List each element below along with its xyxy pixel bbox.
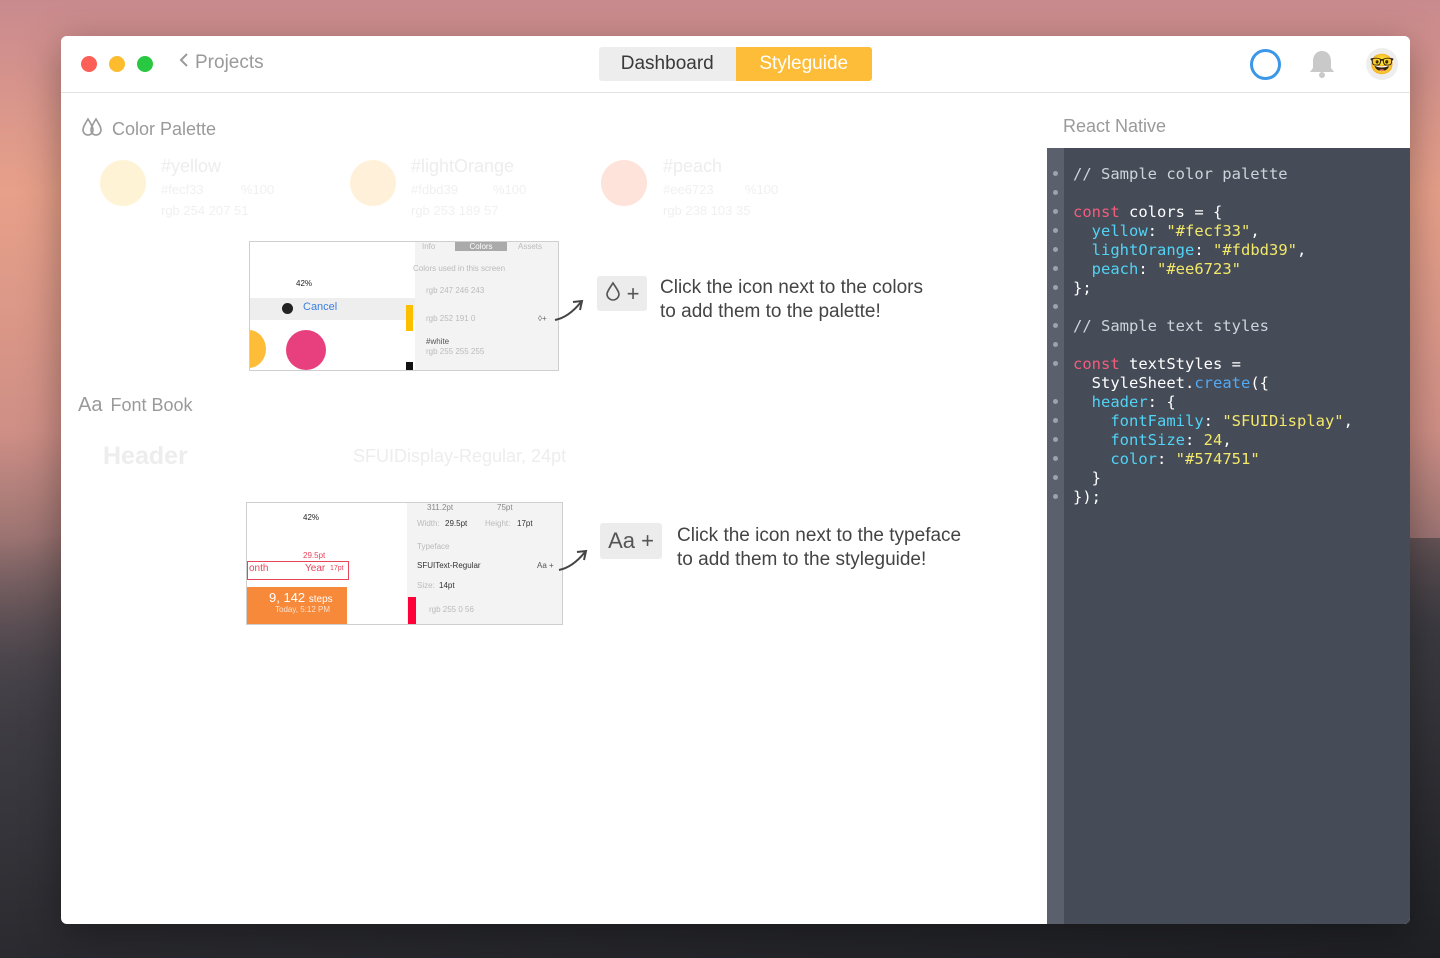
color-palette-heading: Color Palette	[80, 116, 216, 143]
size-label-mini: Size:	[417, 581, 435, 590]
width-label-mini: Width:	[417, 519, 440, 528]
back-label: Projects	[195, 52, 264, 73]
tab-dashboard[interactable]: Dashboard	[599, 47, 736, 81]
typeface-hint-line-1: Click the icon next to the typeface	[677, 525, 962, 546]
color-hint-line-1: Click the icon next to the colors	[660, 277, 923, 298]
battery-label-2: 42%	[303, 513, 320, 522]
row-3-mini: #white	[426, 337, 450, 346]
size-value-mini: 14pt	[439, 581, 455, 590]
color-hint: Click the icon next to the colors to add…	[660, 276, 923, 324]
colors-tutorial-screenshot: 42% Cancel Info Colors Assets Colors use…	[249, 241, 559, 371]
color-rgb-light-orange: rgb 253 189 57	[411, 203, 499, 218]
font-book-title: Font Book	[110, 395, 193, 415]
height-label-mini: Height:	[485, 519, 511, 528]
droplet-plus-mini-icon: ◊+	[538, 314, 547, 323]
tab-assets-mini: Assets	[518, 242, 543, 251]
typeface-hint: Click the icon next to the typeface to a…	[677, 524, 961, 572]
color-palette-title: Color Palette	[112, 119, 217, 139]
back-to-projects-link[interactable]: Projects	[179, 52, 264, 74]
top2-mini: 75pt	[497, 503, 513, 512]
add-color-plus: +	[626, 280, 640, 306]
height-value-mini: 17pt	[517, 519, 533, 528]
user-avatar[interactable]: 🤓	[1366, 48, 1398, 80]
code-panel-title: React Native	[1063, 116, 1167, 136]
typeface-label-mini: Typeface	[417, 542, 450, 551]
notifications-bell-icon[interactable]	[1307, 48, 1337, 85]
steps-unit: steps	[308, 594, 333, 605]
color-drops-icon	[80, 116, 104, 143]
tab-styleguide[interactable]: Styleguide	[735, 47, 872, 81]
width-value-mini: 29.5pt	[445, 519, 468, 528]
close-window-button[interactable]	[81, 56, 97, 72]
steps-value: 9, 142	[269, 590, 306, 605]
color-name-yellow: #yellow	[161, 156, 222, 176]
steps-time-mini: Today, 5:12 PM	[275, 605, 330, 614]
battery-label: 42%	[296, 279, 313, 288]
month-mini: onth	[249, 563, 269, 574]
view-switcher: Dashboard Styleguide	[599, 47, 872, 81]
app-window: Projects Dashboard Styleguide 🤓 Color Pa…	[61, 36, 1410, 924]
color-hint-line-2: to add them to the palette!	[660, 301, 881, 322]
year-mini: Year	[305, 563, 326, 574]
color-rgb-peach: rgb 238 103 35	[663, 203, 751, 218]
tab-info-mini: Info	[422, 242, 436, 251]
row-4-mini: rgb 255 255 255	[426, 347, 485, 356]
aa-plus-mini: Aa +	[537, 561, 554, 570]
color-hex-yellow: #fecf33	[161, 182, 204, 197]
color-opacity-light-orange: %100	[493, 182, 527, 197]
color-name-light-orange: #lightOrange	[411, 156, 515, 176]
arrow-icon-2	[558, 549, 588, 571]
dim-height-mini: 17pt	[330, 565, 344, 572]
color-hex-peach: #ee6723	[663, 182, 714, 197]
minimize-window-button[interactable]	[109, 56, 125, 72]
color-value-mini: rgb 255 0 56	[429, 605, 474, 614]
tab-colors-mini: Colors	[455, 242, 507, 251]
font-sample-spec: SFUIDisplay-Regular, 24pt	[353, 446, 567, 466]
droplet-icon	[605, 281, 621, 306]
color-hex-light-orange: #fdbd39	[411, 182, 458, 197]
add-typeface-button[interactable]: Aa +	[600, 523, 662, 559]
typeface-tutorial-screenshot: 42% 29.5pt onth Year 17pt 9, 142 steps T…	[246, 502, 563, 625]
typeface-aa-icon: Aa	[78, 394, 103, 416]
zoom-window-button[interactable]	[137, 56, 153, 72]
titlebar: Projects Dashboard Styleguide 🤓	[61, 36, 1410, 93]
sync-status-icon[interactable]	[1250, 49, 1281, 80]
font-book-heading: Aa Font Book	[78, 394, 193, 417]
code-panel: // Sample color palette const colors = {…	[1047, 148, 1410, 924]
add-color-button[interactable]: +	[597, 276, 647, 311]
color-opacity-peach: %100	[745, 182, 779, 197]
typeface-value-mini: SFUIText-Regular	[417, 561, 481, 570]
row-1-mini: rgb 247 246 243	[426, 286, 485, 295]
cancel-label: Cancel	[303, 301, 338, 313]
swatch-peach	[601, 160, 647, 206]
typeface-hint-line-2: to add them to the styleguide!	[677, 549, 927, 570]
font-sample-header: Header	[103, 442, 188, 470]
color-rgb-yellow: rgb 254 207 51	[161, 203, 249, 218]
add-typeface-label: Aa +	[608, 528, 654, 553]
code-gutter	[1047, 148, 1064, 924]
row-2-mini: rgb 252 191 0	[426, 314, 476, 323]
color-opacity-yellow: %100	[241, 182, 275, 197]
steps-count-mini: 9, 142 steps	[269, 590, 333, 605]
swatch-light-orange	[350, 160, 396, 206]
chevron-left-icon	[179, 52, 189, 74]
color-name-peach: #peach	[663, 156, 723, 176]
arrow-icon	[554, 299, 584, 321]
colors-caption-mini: Colors used in this screen	[413, 264, 506, 273]
top-mini: 311.2pt	[427, 503, 454, 512]
dim-width-mini: 29.5pt	[303, 551, 326, 560]
swatch-yellow	[100, 160, 146, 206]
